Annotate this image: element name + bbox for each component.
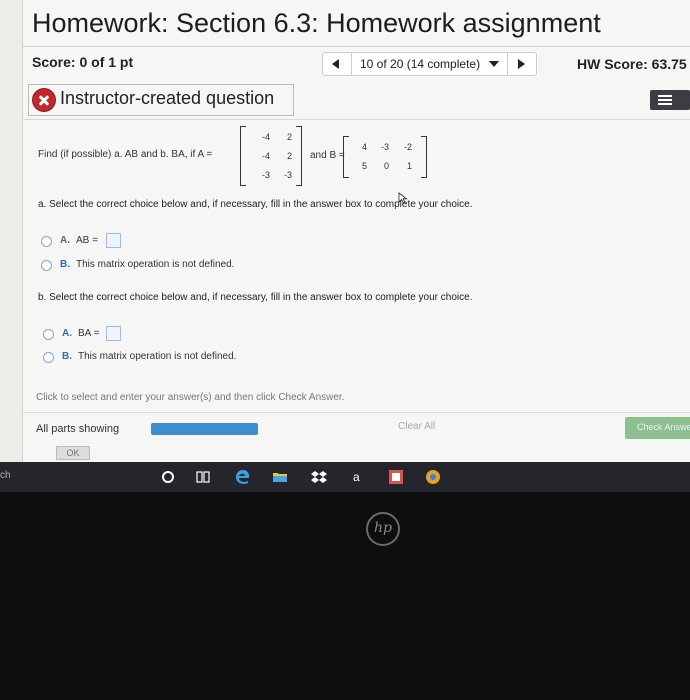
- matrix-a-cell: -4: [261, 132, 270, 142]
- mouse-cursor-icon: [398, 192, 408, 204]
- next-question-button[interactable]: [507, 52, 537, 76]
- matrix-b-left-bracket: [343, 136, 349, 178]
- browser-screen: Homework: Section 6.3: Homework assignme…: [0, 0, 690, 462]
- arrow-right-icon: [518, 59, 525, 69]
- option-text: BA =: [78, 328, 100, 339]
- option-text: This matrix operation is not defined.: [76, 259, 235, 270]
- option-letter: B.: [60, 259, 70, 270]
- chrome-icon[interactable]: [425, 469, 441, 485]
- part-b-option-b-radio[interactable]: [43, 352, 54, 363]
- previous-question-button[interactable]: [322, 52, 352, 76]
- windows-taskbar: ch a: [0, 462, 690, 492]
- matrix-a-cell: -3: [261, 170, 270, 180]
- check-answer-button[interactable]: Check Answer: [625, 417, 690, 439]
- and-b-label: and B =: [310, 150, 345, 161]
- cortana-icon[interactable]: [160, 469, 176, 485]
- part-a-option-b[interactable]: B. This matrix operation is not defined.: [60, 259, 234, 270]
- menu-icon[interactable]: [650, 90, 690, 110]
- left-sidebar-strip: [0, 0, 23, 462]
- matrix-a-right-bracket: [296, 126, 302, 186]
- part-b-instruction: b. Select the correct choice below and, …: [38, 292, 473, 303]
- question-type-label: Instructor-created question: [60, 88, 275, 108]
- ba-answer-input[interactable]: [106, 326, 121, 341]
- matrix-a: -4 2 -4 2 -3 -3: [240, 126, 302, 186]
- dropbox-icon[interactable]: [311, 469, 327, 485]
- matrix-b-cell: 1: [406, 161, 412, 171]
- ab-answer-input[interactable]: [106, 233, 121, 248]
- matrix-b: 4 -3 -2 5 0 1: [343, 136, 427, 178]
- arrow-left-icon: [332, 59, 339, 69]
- matrix-a-cell: -3: [283, 170, 292, 180]
- problem-statement: Find (if possible) a. AB and b. BA, if A…: [38, 149, 213, 160]
- section-divider: [22, 119, 690, 120]
- matrix-b-cell: -2: [403, 142, 412, 152]
- matrix-b-cell: 4: [361, 142, 367, 152]
- matrix-a-cell: 2: [286, 151, 292, 161]
- hw-score-label: HW Score: 63.75: [577, 56, 687, 72]
- matrix-a-cell: 2: [286, 132, 292, 142]
- clear-all-button[interactable]: Clear All: [398, 421, 435, 432]
- question-select-dropdown[interactable]: 10 of 20 (14 complete): [351, 52, 508, 76]
- header-divider: [22, 46, 690, 47]
- part-a-option-a-radio[interactable]: [41, 236, 52, 247]
- option-letter: A.: [62, 328, 72, 339]
- incorrect-x-icon: [32, 88, 56, 112]
- option-letter: A.: [60, 235, 70, 246]
- part-b-option-a-radio[interactable]: [43, 329, 54, 340]
- file-explorer-icon[interactable]: [272, 469, 288, 485]
- option-letter: B.: [62, 351, 72, 362]
- question-select-value: 10 of 20 (14 complete): [360, 57, 481, 71]
- edge-icon[interactable]: [235, 469, 251, 485]
- matrix-a-cell: -4: [261, 151, 270, 161]
- office-icon[interactable]: [388, 469, 404, 485]
- matrix-b-right-bracket: [421, 136, 427, 178]
- part-a-option-a[interactable]: A. AB =: [60, 235, 98, 246]
- part-b-option-b[interactable]: B. This matrix operation is not defined.: [62, 351, 236, 362]
- ok-button[interactable]: OK: [56, 446, 90, 460]
- check-answer-label: Check Answer: [637, 422, 690, 432]
- hp-logo: hp: [366, 512, 400, 546]
- matrix-b-cell: -3: [380, 142, 389, 152]
- part-b-option-a[interactable]: A. BA =: [62, 328, 99, 339]
- matrix-a-left-bracket: [240, 126, 246, 186]
- instruction-hint: Click to select and enter your answer(s)…: [36, 392, 345, 403]
- taskbar-search-fragment[interactable]: ch: [0, 470, 11, 481]
- matrix-b-cell: 5: [361, 161, 367, 171]
- svg-text:a: a: [353, 470, 360, 484]
- matrix-b-cell: 0: [383, 161, 389, 171]
- option-text: This matrix operation is not defined.: [78, 351, 237, 362]
- page-title: Homework: Section 6.3: Homework assignme…: [32, 8, 601, 38]
- part-a-option-b-radio[interactable]: [41, 260, 52, 271]
- amazon-icon[interactable]: a: [350, 469, 366, 485]
- footer-divider: [22, 412, 690, 413]
- task-view-icon[interactable]: [195, 469, 211, 485]
- chevron-down-icon: [489, 61, 499, 67]
- progress-bar: [151, 423, 258, 435]
- score-label: Score: 0 of 1 pt: [32, 54, 134, 70]
- option-text: AB =: [76, 235, 98, 246]
- parts-showing-label: All parts showing: [36, 423, 120, 435]
